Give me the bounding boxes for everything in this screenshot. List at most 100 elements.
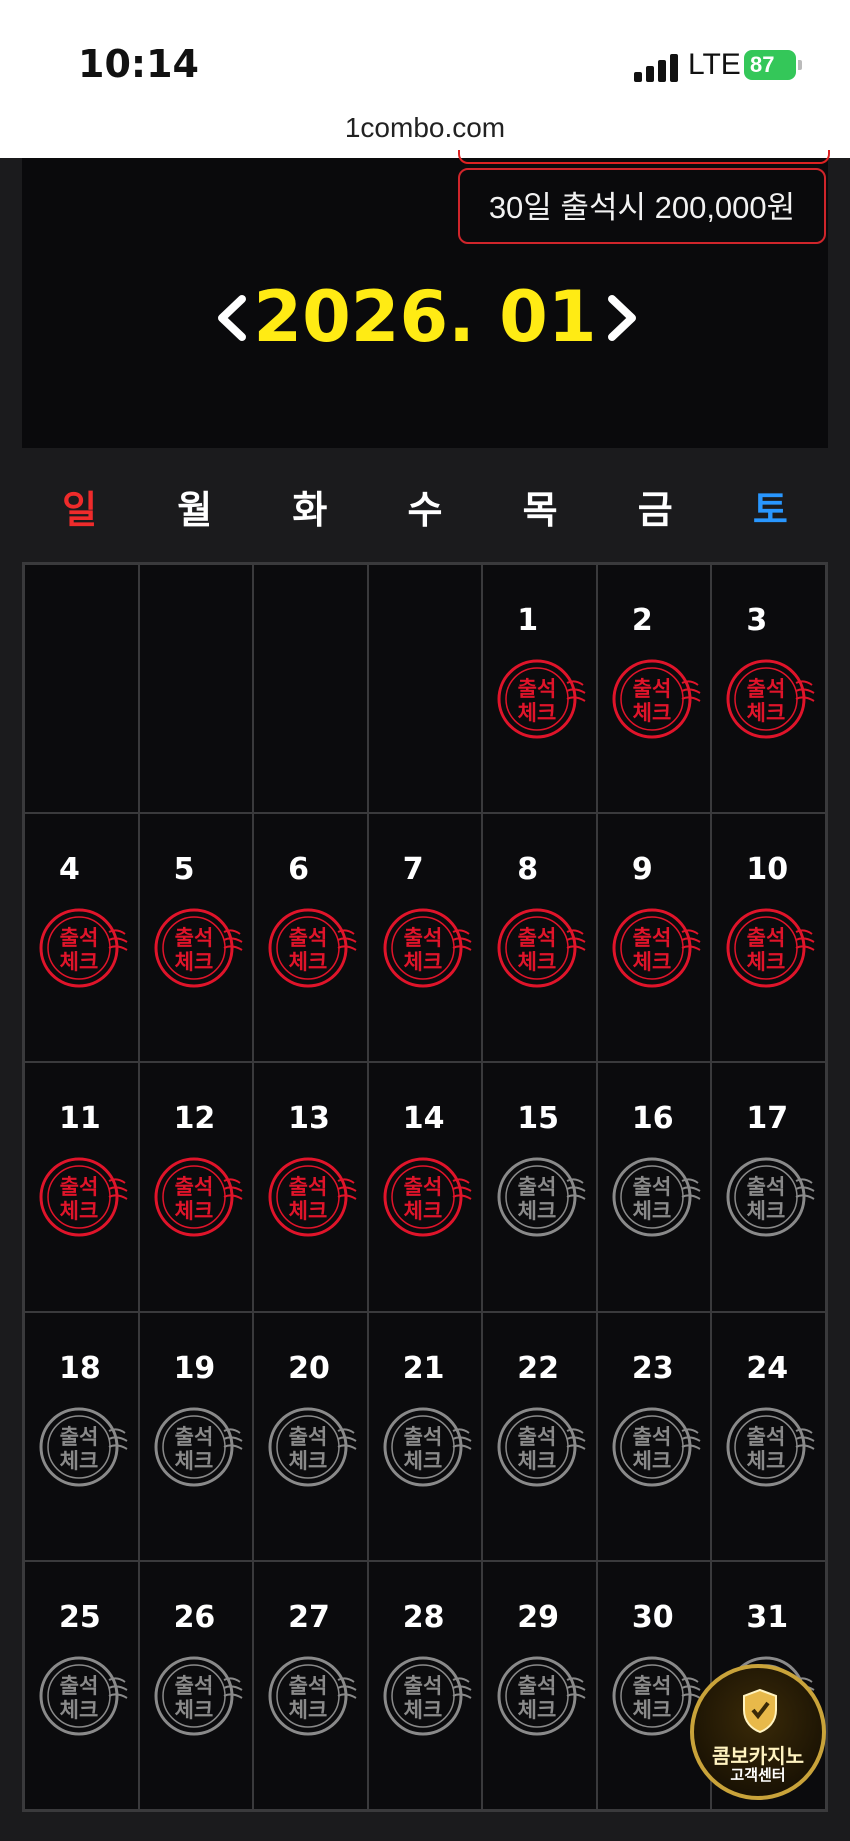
chevron-right-icon[interactable] — [602, 293, 642, 343]
calendar-day[interactable]: 13 출석 체크 — [253, 1062, 368, 1312]
day-number: 16 — [631, 1101, 674, 1137]
stamp-label-bottom: 체크 — [174, 1199, 213, 1223]
day-number: 2 — [631, 603, 653, 638]
stamp-label-top: 출석 — [747, 1425, 786, 1449]
day-number: 25 — [59, 1599, 101, 1635]
url-bar[interactable]: 1combo.com — [0, 112, 850, 144]
day-number: 26 — [173, 1599, 216, 1635]
calendar-day[interactable]: 27 출석 체크 — [253, 1560, 368, 1810]
stamp-label-top: 출석 — [174, 926, 213, 950]
calendar-day[interactable]: 12 출석 체크 — [138, 1062, 254, 1312]
reward-banner[interactable]: 30일 출석시 200,000원 — [458, 168, 826, 244]
weekday-header: 일 월 화 수 목 금 토 — [22, 470, 828, 550]
calendar-day[interactable]: 5 출석 체크 — [138, 813, 254, 1063]
attendance-stamp-empty-icon: 출석체크 — [268, 1656, 357, 1736]
calendar-day[interactable]: 29 출석 체크 — [482, 1560, 597, 1810]
stamp-label-bottom: 체크 — [403, 1698, 442, 1722]
support-subtitle: 고객센터 — [730, 1766, 786, 1784]
calendar-day[interactable]: 6 출석 체크 — [253, 813, 368, 1063]
stamp-label-top: 출석 — [633, 1674, 672, 1698]
calendar-day[interactable]: 26 출석 체크 — [138, 1560, 254, 1810]
calendar-day[interactable]: 28 출석 체크 — [367, 1560, 483, 1810]
attendance-stamp-empty-icon: 출석체크 — [497, 1656, 586, 1736]
day-number: 6 — [288, 852, 310, 888]
stamp-label-top: 출석 — [60, 1674, 99, 1698]
calendar-day[interactable]: 4 출석 체크 — [24, 813, 139, 1063]
weekday-sat: 토 — [752, 488, 788, 532]
calendar-empty-cell — [253, 564, 368, 814]
day-number: 24 — [746, 1350, 789, 1386]
day-number: 27 — [288, 1599, 330, 1635]
attendance-stamp-checked-icon: 출석체크 — [383, 908, 472, 988]
stamp-label-bottom: 체크 — [747, 1449, 786, 1473]
day-number: 13 — [288, 1101, 330, 1137]
calendar-day[interactable]: 17 출석 체크 — [711, 1062, 826, 1312]
stamp-label-top: 출석 — [633, 1425, 672, 1449]
calendar-day[interactable]: 23 출석 체크 — [596, 1311, 712, 1561]
day-number: 23 — [631, 1350, 674, 1386]
calendar-day[interactable]: 9 출석 체크 — [596, 813, 712, 1063]
calendar-day[interactable]: 8 출석 체크 — [482, 813, 597, 1063]
calendar-day[interactable]: 20 출석 체크 — [253, 1311, 368, 1561]
stamp-label-bottom: 체크 — [174, 1698, 213, 1722]
calendar-day[interactable]: 2 출석 체크 — [596, 564, 712, 814]
stamp-label-bottom: 체크 — [174, 950, 213, 974]
stamp-label-top: 출석 — [403, 926, 442, 950]
calendar-day[interactable]: 14 출석 체크 — [367, 1062, 483, 1312]
day-number: 15 — [517, 1101, 560, 1137]
stamp-label-bottom: 체크 — [747, 950, 786, 974]
calendar-empty-cell — [367, 564, 483, 814]
stamp-label-top: 출석 — [633, 1175, 672, 1199]
day-number: 14 — [402, 1101, 445, 1137]
weekday-mon: 월 — [177, 488, 213, 532]
stamp-label-top: 출석 — [174, 1175, 213, 1199]
stamp-label-bottom: 체크 — [633, 1698, 672, 1722]
calendar-day[interactable]: 11 출석 체크 — [24, 1062, 139, 1312]
calendar-day[interactable]: 24 출석 체크 — [711, 1311, 826, 1561]
attendance-stamp-empty-icon: 출석체크 — [726, 1157, 815, 1237]
support-center-button[interactable]: 콤보카지노 고객센터 — [690, 1664, 826, 1800]
calendar-day[interactable]: 21 출석 체크 — [367, 1311, 483, 1561]
calendar-day[interactable]: 22 출석 체크 — [482, 1311, 597, 1561]
stamp-label-bottom: 체크 — [518, 1199, 557, 1223]
calendar-day[interactable]: 1 출석 체크 — [482, 564, 597, 814]
banner-edge — [458, 150, 830, 164]
stamp-label-top: 출석 — [289, 926, 328, 950]
stamp-label-bottom: 체크 — [633, 1199, 672, 1223]
day-number: 21 — [402, 1350, 445, 1386]
stamp-label-top: 출석 — [518, 1425, 557, 1449]
day-number: 18 — [59, 1350, 101, 1386]
attendance-stamp-checked-icon: 출석체크 — [39, 908, 128, 988]
calendar-day[interactable]: 18 출석 체크 — [24, 1311, 139, 1561]
stamp-label-top: 출석 — [633, 926, 672, 950]
stamp-label-top: 출석 — [747, 1175, 786, 1199]
day-number: 12 — [173, 1101, 216, 1137]
day-number: 28 — [402, 1599, 445, 1635]
day-number: 1 — [517, 603, 539, 638]
stamp-label-bottom: 체크 — [403, 1449, 442, 1473]
day-number: 22 — [517, 1350, 560, 1386]
calendar-day[interactable]: 19 출석 체크 — [138, 1311, 254, 1561]
attendance-stamp-checked-icon: 출석체크 — [268, 908, 357, 988]
stamp-label-top: 출석 — [633, 677, 672, 701]
attendance-stamp-checked-icon: 출석체크 — [726, 659, 815, 739]
stamp-label-bottom: 체크 — [747, 1199, 786, 1223]
stamp-label-bottom: 체크 — [518, 701, 557, 725]
stamp-label-bottom: 체크 — [174, 1449, 213, 1473]
stamp-label-bottom: 체크 — [518, 1698, 557, 1722]
stamp-label-bottom: 체크 — [518, 950, 557, 974]
calendar-grid: 1 출석 체크 2 출석 체크 3 출석 체크 4 출석 체크 5 출석 체크 6 출석 체크 7 출석 체크 8 출석 체크… — [22, 562, 828, 1812]
calendar-day[interactable]: 3 출석 체크 — [711, 564, 826, 814]
calendar-day[interactable]: 16 출석 체크 — [596, 1062, 712, 1312]
calendar-day[interactable]: 10 출석 체크 — [711, 813, 826, 1063]
weekday-fri: 금 — [637, 488, 673, 532]
calendar-day[interactable]: 15 출석 체크 — [482, 1062, 597, 1312]
stamp-label-bottom: 체크 — [518, 1449, 557, 1473]
attendance-stamp-empty-icon: 출석체크 — [154, 1656, 243, 1736]
stamp-label-top: 출석 — [747, 926, 786, 950]
stamp-label-top: 출석 — [60, 1425, 99, 1449]
day-number: 29 — [517, 1599, 560, 1635]
stamp-label-top: 출석 — [60, 926, 99, 950]
calendar-day[interactable]: 7 출석 체크 — [367, 813, 483, 1063]
calendar-day[interactable]: 25 출석 체크 — [24, 1560, 139, 1810]
